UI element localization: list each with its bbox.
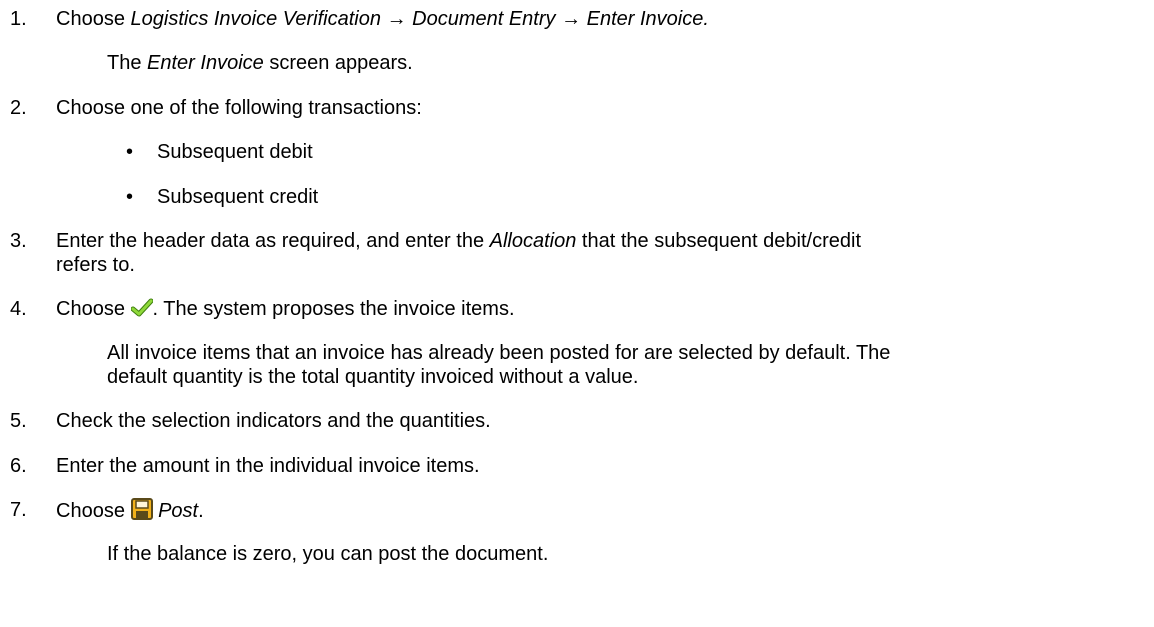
note-text: All invoice items that an invoice has al… — [107, 342, 891, 364]
menu-path-item: Enter Invoice. — [586, 8, 709, 30]
step-number: 1. — [10, 8, 27, 30]
note-prefix: The — [107, 52, 148, 74]
step-text: Choose Logistics Invoice Verification → … — [56, 7, 709, 31]
post-action-label: Post — [158, 500, 199, 522]
bullet-icon: • — [126, 186, 134, 208]
note-text: If the balance is zero, you can post the… — [107, 543, 549, 565]
note-rest: screen appears. — [263, 52, 413, 74]
bullet-icon: • — [126, 141, 134, 163]
note-text: default quantity is the total quantity i… — [107, 366, 639, 388]
step-number: 7. — [10, 499, 27, 521]
field-name: Allocation — [489, 230, 577, 252]
step-number: 5. — [10, 410, 27, 432]
step-text: Choose . The system proposes the invoice… — [56, 297, 515, 324]
step-text-part: that the subsequent debit/credit — [576, 230, 861, 252]
step-prefix: Choose — [56, 298, 131, 320]
step-suffix: . The system proposes the invoice items. — [152, 298, 515, 320]
step-suffix: . — [198, 500, 204, 522]
step-number: 4. — [10, 298, 27, 320]
procedure-document: { "steps": [ { "number": "1.", "prefix":… — [0, 0, 1154, 627]
step-text: Choose Post. — [56, 498, 204, 526]
menu-path-item: Logistics Invoice Verification — [130, 8, 382, 30]
menu-path-item: Document Entry — [412, 8, 556, 30]
arrow-icon: → — [561, 8, 582, 30]
green-checkmark-icon — [130, 298, 153, 324]
step-prefix: Choose — [56, 8, 131, 30]
step-number: 2. — [10, 97, 27, 119]
step-text-part: refers to. — [56, 254, 135, 276]
screen-title: Enter Invoice — [147, 52, 264, 74]
save-disk-icon — [130, 498, 153, 526]
step-text: Choose one of the following transactions… — [56, 97, 422, 119]
step-text: Check the selection indicators and the q… — [56, 410, 491, 432]
step-text-part: Enter the header data as required, and e… — [56, 230, 490, 252]
step-number: 3. — [10, 230, 27, 252]
step-text: Enter the amount in the individual invoi… — [56, 455, 480, 477]
step-number: 6. — [10, 455, 27, 477]
bullet-text: Subsequent debit — [157, 141, 313, 163]
step-text: Enter the header data as required, and e… — [56, 229, 861, 253]
note-text: The Enter Invoice screen appears. — [107, 51, 413, 75]
arrow-icon: → — [386, 8, 407, 30]
step-prefix: Choose — [56, 500, 131, 522]
bullet-text: Subsequent credit — [157, 186, 319, 208]
